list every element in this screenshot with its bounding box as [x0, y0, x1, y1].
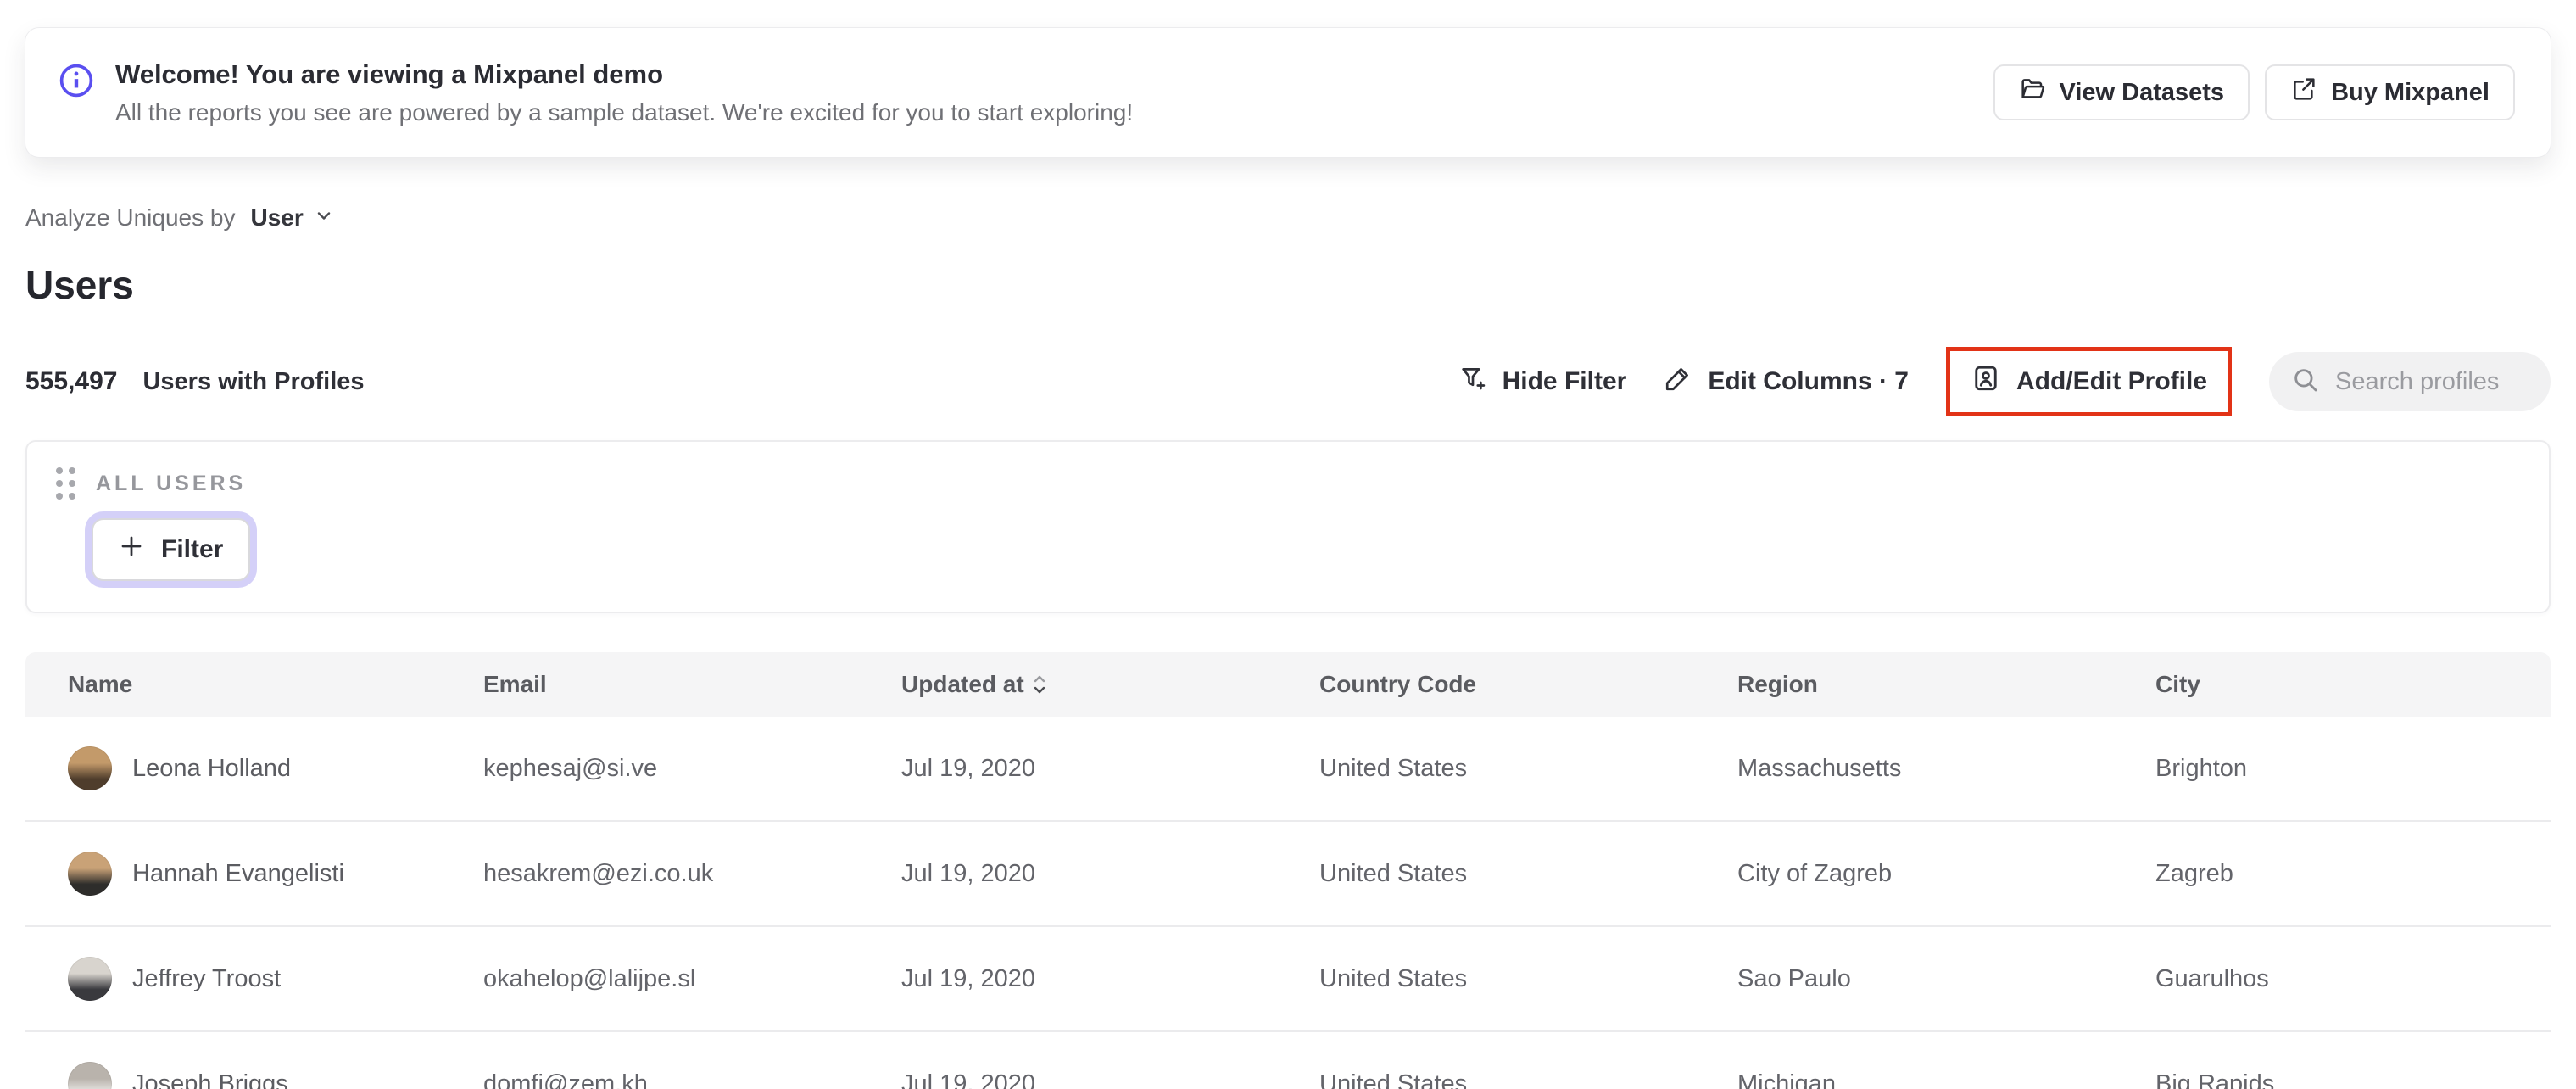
welcome-banner: Welcome! You are viewing a Mixpanel demo… — [25, 28, 2551, 157]
profile-badge-icon — [1971, 363, 2001, 400]
user-country: United States — [1319, 859, 1468, 887]
hide-filter-label: Hide Filter — [1502, 367, 1627, 395]
search-icon — [2291, 366, 2320, 399]
table-row[interactable]: Joseph Briggs domfi@zem.kh Jul 19, 2020 … — [25, 1032, 2551, 1089]
user-city: Brighton — [2155, 754, 2248, 782]
external-link-icon — [2290, 75, 2317, 109]
buy-mixpanel-button[interactable]: Buy Mixpanel — [2265, 64, 2515, 120]
add-filter-label: Filter — [161, 535, 224, 563]
table-row[interactable]: Jeffrey Troost okahelop@lalijpe.sl Jul 1… — [25, 927, 2551, 1032]
drag-handle-icon[interactable] — [56, 467, 75, 500]
user-updated-at: Jul 19, 2020 — [901, 1069, 1036, 1089]
user-country: United States — [1319, 964, 1468, 992]
column-header-email[interactable]: Email — [483, 671, 901, 698]
cohort-filter-card: ALL USERS Filter — [25, 440, 2551, 613]
all-users-group-label: ALL USERS — [96, 471, 247, 495]
user-name: Hannah Evangelisti — [132, 859, 344, 887]
chevron-down-icon — [314, 204, 334, 232]
user-country: United States — [1319, 754, 1468, 782]
user-updated-at: Jul 19, 2020 — [901, 964, 1036, 992]
avatar — [68, 1062, 112, 1089]
column-header-city[interactable]: City — [2155, 671, 2551, 698]
user-region: City of Zagreb — [1737, 859, 1893, 887]
user-city: Guarulhos — [2155, 964, 2269, 992]
page-title: Users — [25, 263, 134, 307]
add-filter-button[interactable]: Filter — [92, 518, 251, 581]
pencil-icon — [1664, 364, 1692, 399]
users-page: Welcome! You are viewing a Mixpanel demo… — [0, 0, 2576, 1089]
analyze-by-value: User — [250, 204, 304, 231]
column-header-region[interactable]: Region — [1737, 671, 2155, 698]
user-country: United States — [1319, 1069, 1468, 1089]
plus-icon — [119, 533, 144, 566]
user-city: Zagreb — [2155, 859, 2233, 887]
user-email: kephesaj@si.ve — [483, 754, 658, 782]
view-datasets-label: View Datasets — [2059, 78, 2225, 106]
users-table: Name Email Updated at Country Code Regio… — [25, 652, 2551, 1089]
buy-mixpanel-label: Buy Mixpanel — [2331, 78, 2490, 106]
table-header-row: Name Email Updated at Country Code Regio… — [25, 652, 2551, 717]
user-updated-at: Jul 19, 2020 — [901, 754, 1036, 782]
stats-toolbar-row: 555,497 Users with Profiles Hide Filter — [25, 347, 2551, 416]
avatar — [68, 957, 112, 1001]
edit-columns-button[interactable]: Edit Columns · 7 — [1664, 364, 1909, 399]
user-email: hesakrem@ezi.co.uk — [483, 859, 714, 887]
table-toolbar: Hide Filter Edit Columns · 7 Add/Edit Pr… — [1458, 347, 2551, 416]
table-row[interactable]: Leona Holland kephesaj@si.ve Jul 19, 202… — [25, 717, 2551, 822]
user-region: Michigan — [1737, 1069, 1837, 1089]
users-count-label: Users with Profiles — [142, 368, 365, 395]
analyze-by-dropdown[interactable]: User — [250, 204, 333, 232]
user-updated-at: Jul 19, 2020 — [901, 859, 1036, 887]
user-region: Sao Paulo — [1737, 964, 1851, 992]
user-name: Jeffrey Troost — [132, 964, 282, 992]
avatar — [68, 852, 112, 896]
column-header-name[interactable]: Name — [68, 671, 483, 698]
add-edit-profile-label: Add/Edit Profile — [2016, 367, 2207, 395]
analyze-row: Analyze Uniques by User — [25, 204, 2551, 232]
welcome-banner-content: Welcome! You are viewing a Mixpanel demo… — [58, 59, 1133, 127]
analyze-label: Analyze Uniques by — [25, 204, 236, 231]
user-email: domfi@zem.kh — [483, 1069, 648, 1089]
folder-icon — [2019, 75, 2046, 109]
avatar — [68, 746, 112, 790]
info-icon — [58, 62, 95, 103]
add-edit-profile-button[interactable]: Add/Edit Profile — [1971, 363, 2207, 400]
column-header-updated-at[interactable]: Updated at — [901, 671, 1319, 698]
user-email: okahelop@lalijpe.sl — [483, 964, 696, 992]
user-name: Joseph Briggs — [132, 1069, 288, 1089]
banner-subtitle: All the reports you see are powered by a… — [115, 99, 1134, 126]
banner-title: Welcome! You are viewing a Mixpanel demo — [115, 59, 664, 89]
filter-plus-icon — [1458, 364, 1487, 399]
sort-icon — [1033, 674, 1046, 695]
view-datasets-button[interactable]: View Datasets — [1993, 64, 2250, 120]
user-name: Leona Holland — [132, 754, 292, 782]
banner-actions: View Datasets Buy Mixpanel — [1993, 64, 2515, 120]
table-row[interactable]: Hannah Evangelisti hesakrem@ezi.co.uk Ju… — [25, 822, 2551, 927]
user-city: Big Rapids — [2155, 1069, 2275, 1089]
annotation-highlight: Add/Edit Profile — [1946, 347, 2232, 416]
hide-filter-button[interactable]: Hide Filter — [1458, 364, 1627, 399]
user-region: Massachusetts — [1737, 754, 1902, 782]
column-header-country-code[interactable]: Country Code — [1319, 671, 1737, 698]
users-count: 555,497 — [25, 367, 118, 395]
search-profiles-input[interactable] — [2335, 367, 2529, 396]
search-profiles-field[interactable] — [2269, 352, 2551, 411]
edit-columns-label: Edit Columns · 7 — [1708, 367, 1909, 395]
